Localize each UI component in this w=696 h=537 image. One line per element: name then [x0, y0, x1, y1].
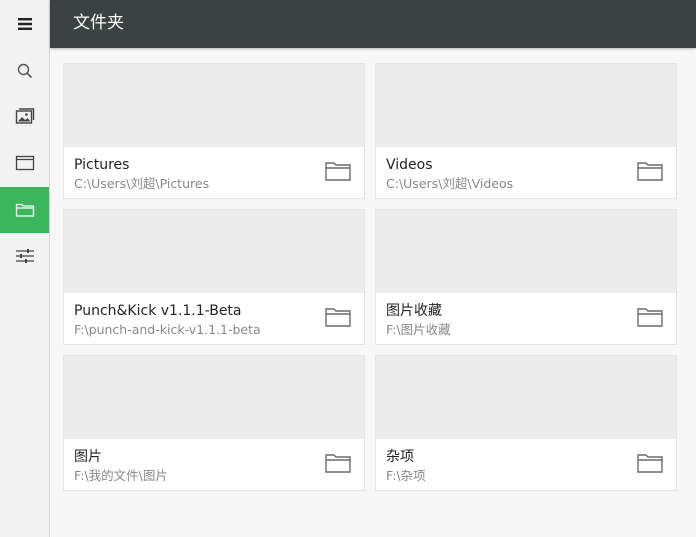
- folder-path: C:\Users\刘超\Pictures: [74, 176, 210, 191]
- folder-card[interactable]: 图片收藏 F:\图片收藏: [375, 209, 677, 345]
- page-title: 文件夹: [73, 13, 124, 33]
- title-bar: 文件夹: [50, 0, 696, 48]
- folder-name: 图片: [74, 449, 102, 465]
- folder-card[interactable]: Punch&Kick v1.1.1-Beta F:\punch-and-kick…: [63, 209, 365, 345]
- folder-thumbnail: [376, 356, 676, 439]
- folder-grid: Pictures C:\Users\刘超\Pictures Videos C:\…: [50, 48, 696, 537]
- folder-card[interactable]: Videos C:\Users\刘超\Videos: [375, 63, 677, 199]
- folder-card[interactable]: 图片 F:\我的文件\图片: [63, 355, 365, 491]
- folder-icon: [325, 308, 351, 327]
- sliders-icon: [15, 249, 34, 263]
- folder-name: 图片收藏: [386, 303, 442, 319]
- folder-path: F:\杂项: [386, 468, 426, 483]
- folder-icon: [637, 162, 663, 181]
- folder-name: Punch&Kick v1.1.1-Beta: [74, 303, 242, 319]
- folder-icon: [15, 203, 34, 217]
- folder-path: F:\我的文件\图片: [74, 468, 168, 483]
- folder-card[interactable]: 杂项 F:\杂项: [375, 355, 677, 491]
- app-window: 文件夹 Pictures C:\Users\刘超\Pictures Videos…: [0, 0, 696, 537]
- image-gallery-icon: [15, 108, 34, 124]
- sidebar-item-photos[interactable]: [0, 94, 49, 140]
- sidebar-item-search[interactable]: [0, 48, 49, 94]
- folder-thumbnail: [64, 64, 364, 147]
- folder-thumbnail: [64, 210, 364, 293]
- folder-path: C:\Users\刘超\Videos: [386, 176, 514, 191]
- folder-thumbnail: [64, 356, 364, 439]
- folder-path: F:\punch-and-kick-v1.1.1-beta: [74, 322, 261, 337]
- folder-thumbnail: [376, 64, 676, 147]
- folder-card[interactable]: Pictures C:\Users\刘超\Pictures: [63, 63, 365, 199]
- folder-icon: [637, 454, 663, 473]
- folder-name: Pictures: [74, 157, 130, 173]
- sidebar-item-albums[interactable]: [0, 140, 49, 186]
- folder-name: 杂项: [386, 449, 414, 465]
- sidebar-item-folders[interactable]: [0, 187, 49, 233]
- folder-icon: [325, 162, 351, 181]
- hamburger-menu-icon: [17, 18, 32, 30]
- folder-icon: [325, 454, 351, 473]
- sidebar: [0, 0, 50, 537]
- sidebar-item-settings[interactable]: [0, 233, 49, 279]
- search-icon: [17, 63, 32, 79]
- folder-path: F:\图片收藏: [386, 322, 451, 337]
- folder-name: Videos: [386, 157, 433, 173]
- folder-icon: [637, 308, 663, 327]
- menu-button[interactable]: [0, 1, 49, 47]
- album-window-icon: [15, 155, 34, 171]
- folder-thumbnail: [376, 210, 676, 293]
